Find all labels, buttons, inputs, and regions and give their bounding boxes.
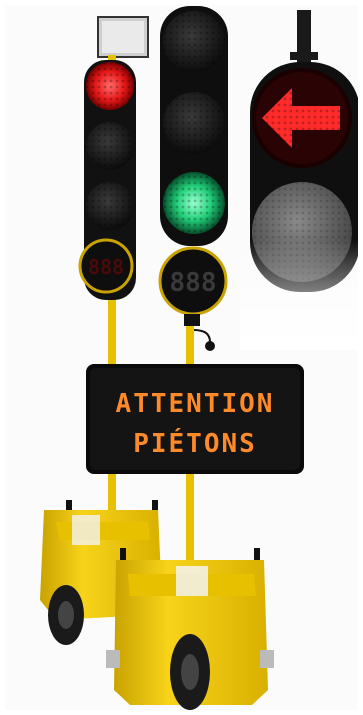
led-message-sign: ATTENTION PIÉTONS	[86, 364, 304, 474]
countdown-digits: 888	[88, 255, 124, 279]
sign-line-2: PIÉTONS	[133, 427, 257, 459]
countdown-digits: 888	[170, 268, 217, 298]
traffic-light-trailers-photo: 888 888 ATTENTION PIÉTONS	[0, 0, 363, 715]
right-trailer	[106, 548, 274, 710]
sign-line-1: ATTENTION	[116, 389, 275, 419]
